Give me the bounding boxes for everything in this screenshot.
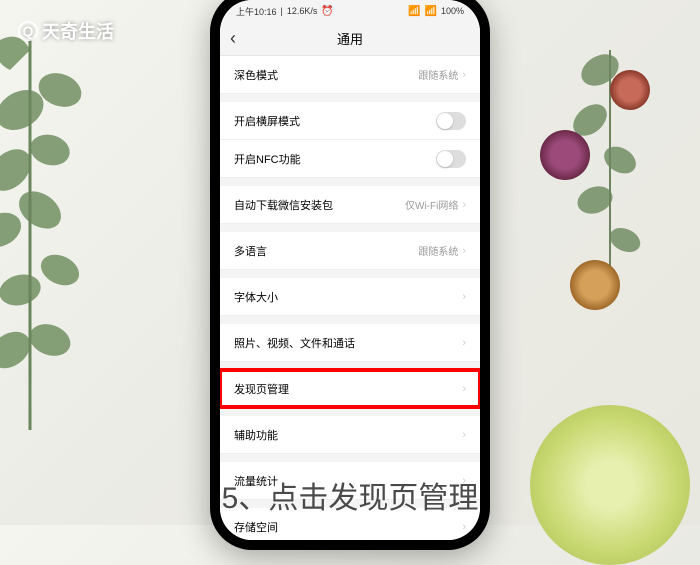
chevron-right-icon: › [462, 291, 466, 303]
step-caption: 5、点击发现页管理 [0, 473, 700, 517]
item-value [436, 150, 466, 168]
list-item[interactable]: 开启横屏模式 [220, 102, 480, 140]
alarm-icon: ⏰ [321, 6, 333, 17]
status-time: 上午10:16 [236, 5, 277, 18]
item-value: › [462, 429, 466, 441]
item-label: 照片、视频、文件和通话 [234, 335, 355, 351]
item-label: 深色模式 [234, 67, 278, 83]
item-label: 字体大小 [234, 289, 278, 305]
item-value: 仅Wi-Fi网络 › [405, 197, 466, 212]
item-value [436, 112, 466, 130]
item-value: › [462, 337, 466, 349]
wifi-icon: 📶 [425, 6, 437, 17]
background-flower [570, 260, 620, 310]
item-label: 存储空间 [234, 519, 278, 535]
item-label: 多语言 [234, 243, 267, 259]
chevron-right-icon: › [462, 337, 466, 349]
chevron-right-icon: › [462, 245, 466, 257]
settings-list[interactable]: 深色模式跟随系统›开启横屏模式开启NFC功能自动下载微信安装包仅Wi-Fi网络›… [220, 56, 480, 540]
item-value-text: 跟随系统 [418, 243, 458, 258]
list-item[interactable]: 自动下载微信安装包 仅Wi-Fi网络 › [220, 186, 480, 224]
item-label: 辅助功能 [234, 427, 278, 443]
toggle-switch[interactable] [436, 112, 466, 130]
nav-bar: ‹ 通用 [220, 22, 480, 56]
background-flower [540, 130, 590, 180]
status-bar: 上午10:16 | 12.6K/s ⏰ 📶 📶 100% [220, 0, 480, 22]
watermark-icon: Q [18, 21, 38, 41]
status-network-speed: 12.6K/s [287, 6, 318, 16]
item-value: › [462, 521, 466, 533]
chevron-right-icon: › [462, 199, 466, 211]
item-label: 开启横屏模式 [234, 113, 300, 129]
watermark: Q 天奇生活 [18, 18, 114, 44]
watermark-text: 天奇生活 [42, 18, 114, 44]
list-item[interactable]: 字体大小 › [220, 278, 480, 316]
back-button[interactable]: ‹ [230, 28, 236, 49]
chevron-right-icon: › [462, 521, 466, 533]
list-item[interactable]: 多语言 跟随系统 › [220, 232, 480, 270]
chevron-right-icon: › [462, 429, 466, 441]
background-flower [610, 70, 650, 110]
list-item[interactable]: 辅助功能 › [220, 416, 480, 454]
item-label: 开启NFC功能 [234, 151, 301, 167]
item-label: 自动下载微信安装包 [234, 197, 333, 213]
page-title: 通用 [337, 29, 363, 48]
item-value-text: 仅Wi-Fi网络 [405, 197, 458, 212]
item-value: › [462, 291, 466, 303]
list-item[interactable]: 照片、视频、文件和通话 › [220, 324, 480, 362]
item-value: 跟随系统 › [418, 243, 466, 258]
status-left: 上午10:16 | 12.6K/s ⏰ [236, 5, 334, 18]
list-item[interactable]: 深色模式 跟随系统 › [220, 56, 480, 94]
phone-frame: 上午10:16 | 12.6K/s ⏰ 📶 📶 100% ‹ 通用 深色模式跟随… [210, 0, 490, 550]
chevron-right-icon: › [462, 69, 466, 81]
battery-text: 100% [441, 6, 464, 16]
background-leaves-right [560, 40, 660, 290]
item-value: 跟随系统 › [418, 67, 466, 82]
phone-screen: 上午10:16 | 12.6K/s ⏰ 📶 📶 100% ‹ 通用 深色模式跟随… [220, 0, 480, 540]
background-leaves-left [0, 30, 150, 430]
item-label: 发现页管理 [234, 381, 289, 397]
item-value-text: 跟随系统 [418, 67, 458, 82]
chevron-right-icon: › [462, 383, 466, 395]
list-item[interactable]: 发现页管理 › [220, 370, 480, 408]
item-value: › [462, 383, 466, 395]
list-item[interactable]: 开启NFC功能 [220, 140, 480, 178]
toggle-switch[interactable] [436, 150, 466, 168]
status-right: 📶 📶 100% [408, 6, 464, 17]
signal-icon: 📶 [408, 6, 420, 17]
